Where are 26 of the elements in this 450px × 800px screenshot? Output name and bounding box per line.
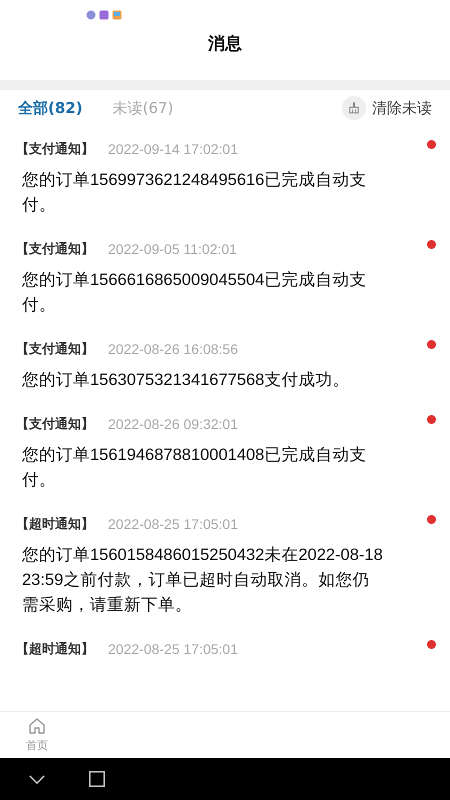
message-text: 您的订单1566616865009045504已完成自动支付。: [22, 270, 368, 316]
recents-icon[interactable]: [88, 770, 106, 788]
notice-tag: 【支付通知】: [16, 415, 94, 433]
page-title: 消息: [208, 33, 242, 55]
collapse-icon[interactable]: [28, 774, 46, 784]
nav-tab[interactable]: 首页: [26, 712, 48, 758]
message-time: 2022-08-26 09:32:01: [108, 416, 238, 432]
message-time: 2022-09-14 17:02:01: [108, 141, 238, 157]
message-text: 您的订单1563075321341677568支付成功。: [22, 370, 350, 391]
message-text: 您的订单1561946878810001408已完成自动支付。: [22, 445, 368, 491]
notice-tag: 【支付通知】: [16, 240, 94, 258]
message-time: 2022-09-05 11:02:01: [108, 241, 237, 257]
home-icon: [27, 716, 47, 736]
notice-tag: 【超时通知】: [16, 515, 94, 533]
app-icon: [112, 10, 122, 20]
broom-icon: [342, 96, 366, 120]
notice-tag: 【支付通知】: [16, 140, 94, 158]
notice-tag: 【超时通知】: [16, 640, 94, 658]
message-time: 2022-08-26 16:08:56: [108, 341, 238, 357]
message-text: 您的订单1560158486015250432未在2022-08-18 23:59之前付款，订单已超时自动取消。如您仍需采购，请重新下单。: [22, 545, 384, 616]
message-text: 您的订单1569973621248495616已完成自动支付。: [22, 170, 368, 216]
notice-tag: 【支付通知】: [16, 340, 94, 358]
message-time: 2022-08-25 17:05:01: [108, 516, 238, 532]
message-time: 2022-08-25 17:05:01: [108, 641, 238, 657]
clear-unread-button[interactable]: 清除未读: [342, 96, 432, 120]
filter-tab[interactable]: 全部(82): [18, 98, 83, 118]
